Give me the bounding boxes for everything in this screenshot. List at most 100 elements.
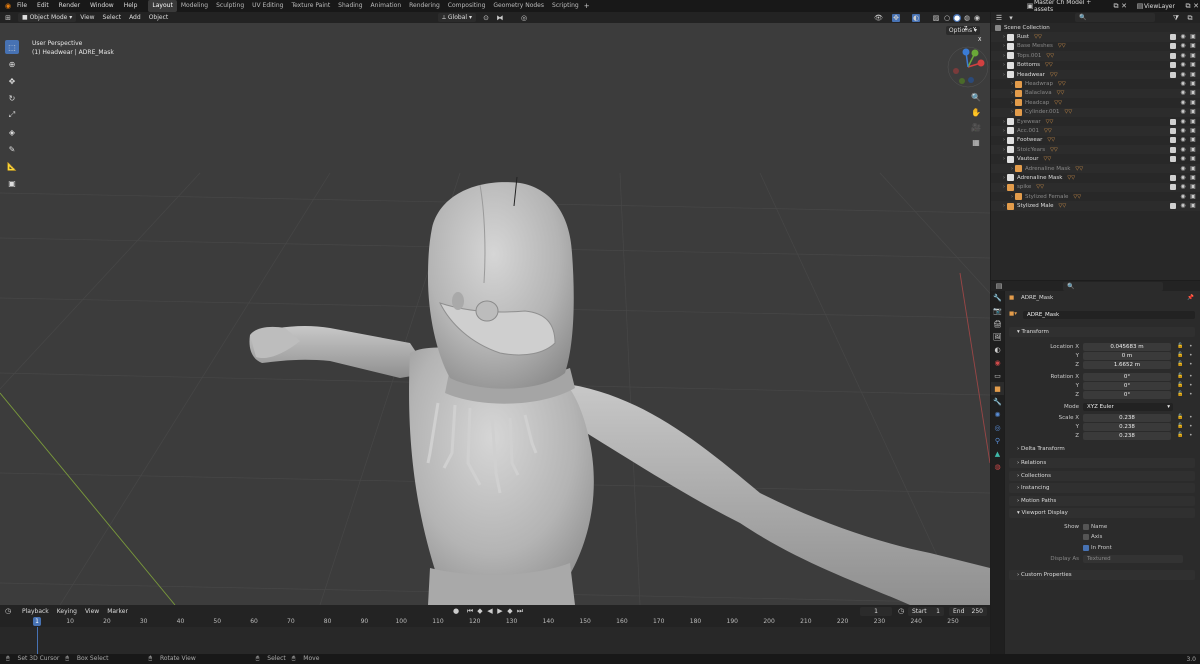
timeline-area[interactable]: 1 10 20 30 40 50 60 70 80 90 100 110 120 130 140 150 160… <box>0 617 990 654</box>
outliner-row[interactable]: › Headwrap ▽▽ ◉ ▣ <box>991 79 1200 88</box>
mesh-data-icon[interactable]: ▽▽ <box>1034 34 1042 40</box>
lock-icon[interactable]: 🔓 <box>1177 352 1183 358</box>
menu-select[interactable]: Select <box>99 12 126 23</box>
record-icon[interactable]: ● <box>452 607 460 615</box>
view-layer-name[interactable]: ViewLayer <box>1144 3 1184 10</box>
timeline-editor-icon[interactable]: ◷ <box>4 607 12 615</box>
lock-icon[interactable]: 🔓 <box>1177 343 1183 349</box>
eye-icon[interactable]: ◉ <box>1180 81 1186 87</box>
material-shading-icon[interactable]: ◍ <box>963 14 971 22</box>
show-axis-checkbox[interactable] <box>1083 534 1089 540</box>
pivot-icon[interactable]: ⊙ <box>482 14 490 22</box>
panel-header-instancing[interactable]: › Instancing <box>1009 483 1195 493</box>
pan-hand-icon[interactable]: ✋ <box>970 108 982 120</box>
eye-icon[interactable]: ◉ <box>1180 184 1186 190</box>
frame-ruler[interactable]: 1 10 20 30 40 50 60 70 80 90 100 110 120 130 140 150 160… <box>0 617 990 627</box>
location-x-field[interactable]: 0.045683 m <box>1083 343 1171 351</box>
workspace-tab-animation[interactable]: Animation <box>367 0 406 12</box>
rendered-shading-icon[interactable]: ◉ <box>973 14 981 22</box>
outliner-row[interactable]: › Adrenaline Mask ▽▽ ◉ ▣ <box>991 173 1200 182</box>
lock-icon[interactable]: 🔓 <box>1177 391 1183 397</box>
cursor-tool-icon[interactable]: ⊕ <box>5 57 19 71</box>
datablock-field[interactable]: ADRE_Mask <box>1023 311 1195 319</box>
gizmo-z-label[interactable]: Z <box>964 26 967 32</box>
object-name[interactable]: ADRE_Mask <box>1021 295 1053 301</box>
eye-icon[interactable]: ◉ <box>1180 127 1186 134</box>
close-view-layer-icon[interactable]: ✕ <box>1192 2 1200 10</box>
mesh-data-icon[interactable]: ▽▽ <box>1067 175 1075 181</box>
measure-tool-icon[interactable]: 📐 <box>5 159 19 173</box>
rotation-x-field[interactable]: 0° <box>1083 373 1171 381</box>
lock-icon[interactable]: 🔓 <box>1177 432 1183 438</box>
lock-icon[interactable]: 🔓 <box>1177 373 1183 379</box>
rotation-y-field[interactable]: 0° <box>1083 382 1171 390</box>
mesh-data-icon[interactable]: ▽▽ <box>1065 109 1073 115</box>
workspace-tab-compositing[interactable]: Compositing <box>444 0 490 12</box>
zoom-icon[interactable]: 🔍 <box>970 93 982 105</box>
eye-icon[interactable]: ◉ <box>1180 62 1186 68</box>
menu-help[interactable]: Help <box>119 0 143 12</box>
workspace-tab-layout[interactable]: Layout <box>148 0 177 12</box>
workspace-tab-sculpting[interactable]: Sculpting <box>212 0 248 12</box>
xray-toggle-icon[interactable]: ▨ <box>932 14 940 22</box>
exclude-checkbox[interactable] <box>1170 118 1176 125</box>
pin-icon[interactable]: 📌 <box>1187 295 1194 301</box>
menu-object[interactable]: Object <box>145 12 173 23</box>
new-collection-icon[interactable]: ⧉ <box>1186 14 1194 22</box>
mesh-data-icon[interactable]: ▽▽ <box>1036 184 1044 190</box>
render-camera-icon[interactable]: ▣ <box>1190 118 1196 125</box>
workspace-tab-shading[interactable]: Shading <box>334 0 366 12</box>
keyframe-dot-icon[interactable]: • <box>1189 373 1193 380</box>
add-cube-tool-icon[interactable]: ▣ <box>5 176 19 190</box>
exclude-checkbox[interactable] <box>1170 52 1176 59</box>
eye-icon[interactable]: ◉ <box>1180 71 1186 78</box>
exclude-checkbox[interactable] <box>1170 71 1176 78</box>
scene-collection-row[interactable]: Scene Collection <box>991 23 1200 32</box>
outliner-row[interactable]: › Acc.001 ▽▽ ◉ ▣ <box>991 126 1200 136</box>
eye-icon[interactable]: ◉ <box>1180 109 1186 115</box>
render-camera-icon[interactable]: ▣ <box>1190 99 1196 106</box>
mesh-data-icon[interactable]: ▽▽ <box>1050 147 1058 153</box>
render-camera-icon[interactable]: ▣ <box>1190 109 1196 115</box>
menu-file[interactable]: File <box>12 0 32 12</box>
workspace-tab-modeling[interactable]: Modeling <box>177 0 212 12</box>
mesh-data-icon[interactable]: ▽▽ <box>1054 100 1062 106</box>
viewport-display-header[interactable]: ▾ Viewport Display <box>1009 508 1195 518</box>
play-reverse-icon[interactable]: ◀ <box>486 607 494 615</box>
visibility-icon[interactable]: 👁 <box>874 14 883 22</box>
eye-icon[interactable]: ◉ <box>1180 165 1186 172</box>
render-camera-icon[interactable]: ▣ <box>1190 165 1196 172</box>
constraints-tab-icon[interactable]: ⚲ <box>991 434 1004 447</box>
mode-selector[interactable]: ■ Object Mode ▾ <box>18 13 77 22</box>
playhead-marker[interactable]: 1 <box>33 617 41 626</box>
exclude-checkbox[interactable] <box>1170 184 1176 191</box>
panel-header-relations[interactable]: › Relations <box>1009 458 1195 468</box>
render-tab-icon[interactable]: 📷 <box>991 304 1004 317</box>
lock-icon[interactable]: 🔓 <box>1177 423 1183 429</box>
close-scene-icon[interactable]: ✕ <box>1120 2 1128 10</box>
mesh-data-icon[interactable]: ▽▽ <box>1044 128 1052 134</box>
outliner-row[interactable]: › Base Meshes ▽▽ ◉ ▣ <box>991 42 1200 51</box>
mesh-data-icon[interactable]: ▽▽ <box>1050 72 1058 78</box>
collection-tab-icon[interactable]: ▭ <box>991 369 1004 382</box>
eye-icon[interactable]: ◉ <box>1180 34 1186 40</box>
keyframe-dot-icon[interactable]: • <box>1189 391 1193 398</box>
exclude-checkbox[interactable] <box>1170 43 1176 50</box>
solid-shading-icon[interactable]: ● <box>953 13 961 22</box>
delta-transform-header[interactable]: › Delta Transform <box>1017 446 1200 452</box>
custom-properties-header[interactable]: › Custom Properties <box>1009 570 1195 580</box>
view-layer-tab-icon[interactable]: 🖼 <box>991 330 1004 343</box>
particles-tab-icon[interactable]: ✺ <box>991 408 1004 421</box>
scene-tab-icon[interactable]: ◐ <box>991 343 1004 356</box>
rotation-z-field[interactable]: 0° <box>1083 391 1171 399</box>
wireframe-shading-icon[interactable]: ○ <box>943 14 951 22</box>
transform-orientation-dropdown[interactable]: ⟂ Global ▾ <box>438 13 476 22</box>
render-camera-icon[interactable]: ▣ <box>1190 127 1196 134</box>
next-keyframe-icon[interactable]: ◆ <box>506 607 514 615</box>
eye-icon[interactable]: ◉ <box>1180 90 1186 96</box>
mesh-data-icon[interactable]: ▽▽ <box>1073 194 1081 200</box>
start-frame-field[interactable]: Start 1 <box>908 606 944 616</box>
menu-window[interactable]: Window <box>85 0 119 12</box>
keyframe-dot-icon[interactable]: • <box>1189 414 1193 421</box>
outliner-row[interactable]: › Footwear ▽▽ ◉ ▣ <box>991 136 1200 145</box>
